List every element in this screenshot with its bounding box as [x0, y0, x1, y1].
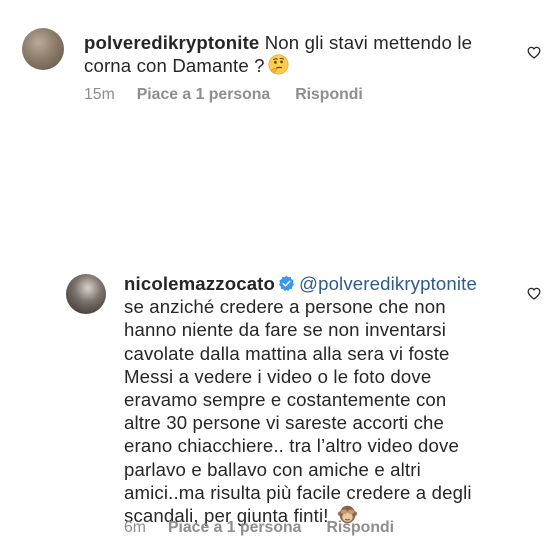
comment-body-line: amici..ma risulta più facile credere a d… [124, 481, 472, 503]
reply-button[interactable]: Rispondi [295, 86, 363, 103]
comment-username[interactable]: nicolemazzocato [124, 273, 275, 294]
thinking-face-emoji-icon [268, 54, 289, 80]
comment-time: 6m [124, 519, 146, 536]
comment-body-line: cavolate dalla mattina alla sera vi fost… [124, 342, 450, 364]
comment-body-line: se anziché credere a persone che non [124, 296, 446, 318]
comment-body-line: erano chiacchiere.. tra l’altro video do… [124, 435, 459, 457]
avatar[interactable] [22, 28, 64, 70]
verified-badge-icon [278, 274, 295, 292]
comment-meta: 15m Piace a 1 persona Rispondi [84, 86, 388, 104]
comment-body-line: hanno niente da fare se non inventarsi [124, 319, 447, 341]
comment-body-line: eravamo sempre e costantemente con [124, 389, 447, 411]
likes-count-link[interactable]: Piace a 1 persona [137, 86, 270, 103]
comment-body-line1: Non gli stavi mettendo le [264, 32, 473, 53]
comment-time: 15m [84, 86, 115, 103]
likes-count-link[interactable]: Piace a 1 persona [168, 519, 301, 536]
comment-body-line: Messi a vedere i video o le foto dove [124, 365, 432, 387]
comment-body-line2: corna con Damante ? [84, 55, 265, 77]
mention-link[interactable]: @polveredikryptonite [299, 273, 477, 294]
reply-button[interactable]: Rispondi [326, 519, 394, 536]
comment-body-line: parlavo e ballavo con amiche e altri [124, 458, 421, 480]
heart-outline-icon[interactable] [527, 46, 541, 59]
comment-meta: 6m Piace a 1 persona Rispondi [124, 519, 419, 537]
avatar[interactable] [66, 274, 106, 314]
comment-body-line: altre 30 persone vi sareste accorti che [124, 412, 445, 434]
comment-username[interactable]: polveredikryptonite [84, 32, 259, 53]
heart-outline-icon[interactable] [527, 287, 541, 300]
comment-text: polveredikryptonite Non gli stavi metten… [84, 31, 472, 80]
comment-text: nicolemazzocato @polveredikryptonite se … [124, 272, 477, 530]
